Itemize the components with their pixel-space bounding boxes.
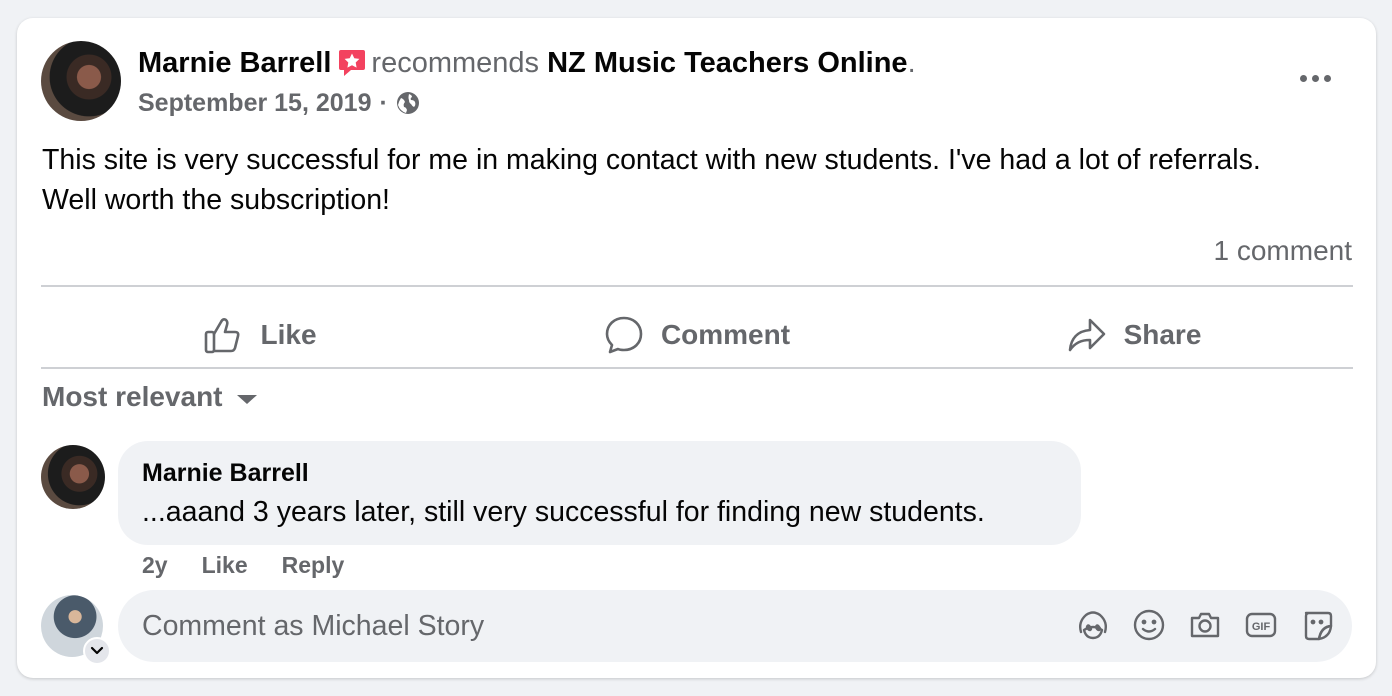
- more-dot: [1323, 74, 1331, 82]
- gif-icon[interactable]: GIF: [1244, 608, 1278, 642]
- caret-down-icon: [236, 394, 257, 404]
- comment-count[interactable]: 1 comment: [1214, 234, 1353, 268]
- camera-icon[interactable]: [1188, 608, 1222, 642]
- comment-button[interactable]: Comment: [478, 305, 915, 365]
- post-header: Marnie Barrell recommends NZ Music Teache…: [138, 46, 916, 80]
- post-card: Marnie Barrell recommends NZ Music Teache…: [17, 18, 1376, 678]
- comment-input[interactable]: [142, 590, 1042, 662]
- comment-author[interactable]: Marnie Barrell: [142, 458, 309, 488]
- avatar-sticker-icon[interactable]: [1076, 608, 1110, 642]
- comment-label: Comment: [660, 319, 791, 350]
- author-name[interactable]: Marnie Barrell: [138, 47, 331, 79]
- comment-meta: 2y Like Reply: [142, 551, 344, 579]
- svg-text:GIF: GIF: [1252, 621, 1271, 633]
- thumbs-up-icon: [205, 318, 240, 354]
- more-dot: [1299, 74, 1307, 82]
- more-options-icon[interactable]: [1293, 66, 1337, 90]
- sticker-icon[interactable]: [1300, 608, 1334, 642]
- emoji-icon[interactable]: [1132, 608, 1166, 642]
- header-punct: .: [907, 47, 916, 79]
- comment-reply-link[interactable]: Reply: [282, 551, 345, 579]
- more-dot: [1311, 74, 1319, 82]
- sort-label: Most relevant: [42, 381, 223, 412]
- comment-text: ...aaand 3 years later, still very succe…: [142, 496, 985, 528]
- chevron-down-glyph: [90, 646, 104, 655]
- recommend-star-icon: [339, 50, 366, 76]
- author-avatar[interactable]: [41, 41, 121, 121]
- post-text: This site is very successful for me in m…: [42, 144, 1261, 216]
- divider-bottom: [41, 367, 1353, 369]
- page-name-link[interactable]: NZ Music Teachers Online: [547, 47, 907, 79]
- share-button[interactable]: Share: [915, 305, 1352, 365]
- composer-tools: GIF: [1076, 608, 1334, 642]
- divider-top: [41, 285, 1353, 287]
- share-arrow-icon: [1068, 318, 1105, 352]
- comment-like-link[interactable]: Like: [202, 551, 248, 579]
- comment-age[interactable]: 2y: [142, 551, 168, 579]
- comment-bubble: [118, 441, 1081, 545]
- post-meta: September 15, 2019 ·: [138, 88, 420, 118]
- like-label: Like: [260, 319, 317, 350]
- comment-bubble-icon: [605, 316, 643, 354]
- recommends-verb: recommends: [371, 47, 540, 79]
- chevron-down-icon[interactable]: [83, 637, 111, 665]
- globe-icon[interactable]: [396, 91, 420, 115]
- commenter-avatar[interactable]: [41, 445, 105, 509]
- comment-sort-dropdown[interactable]: Most relevant: [42, 380, 257, 414]
- comment-composer: GIF: [118, 590, 1352, 662]
- share-label: Share: [1123, 319, 1202, 350]
- meta-separator: ·: [379, 89, 388, 117]
- post-date[interactable]: September 15, 2019: [138, 88, 371, 118]
- like-button[interactable]: Like: [41, 305, 478, 365]
